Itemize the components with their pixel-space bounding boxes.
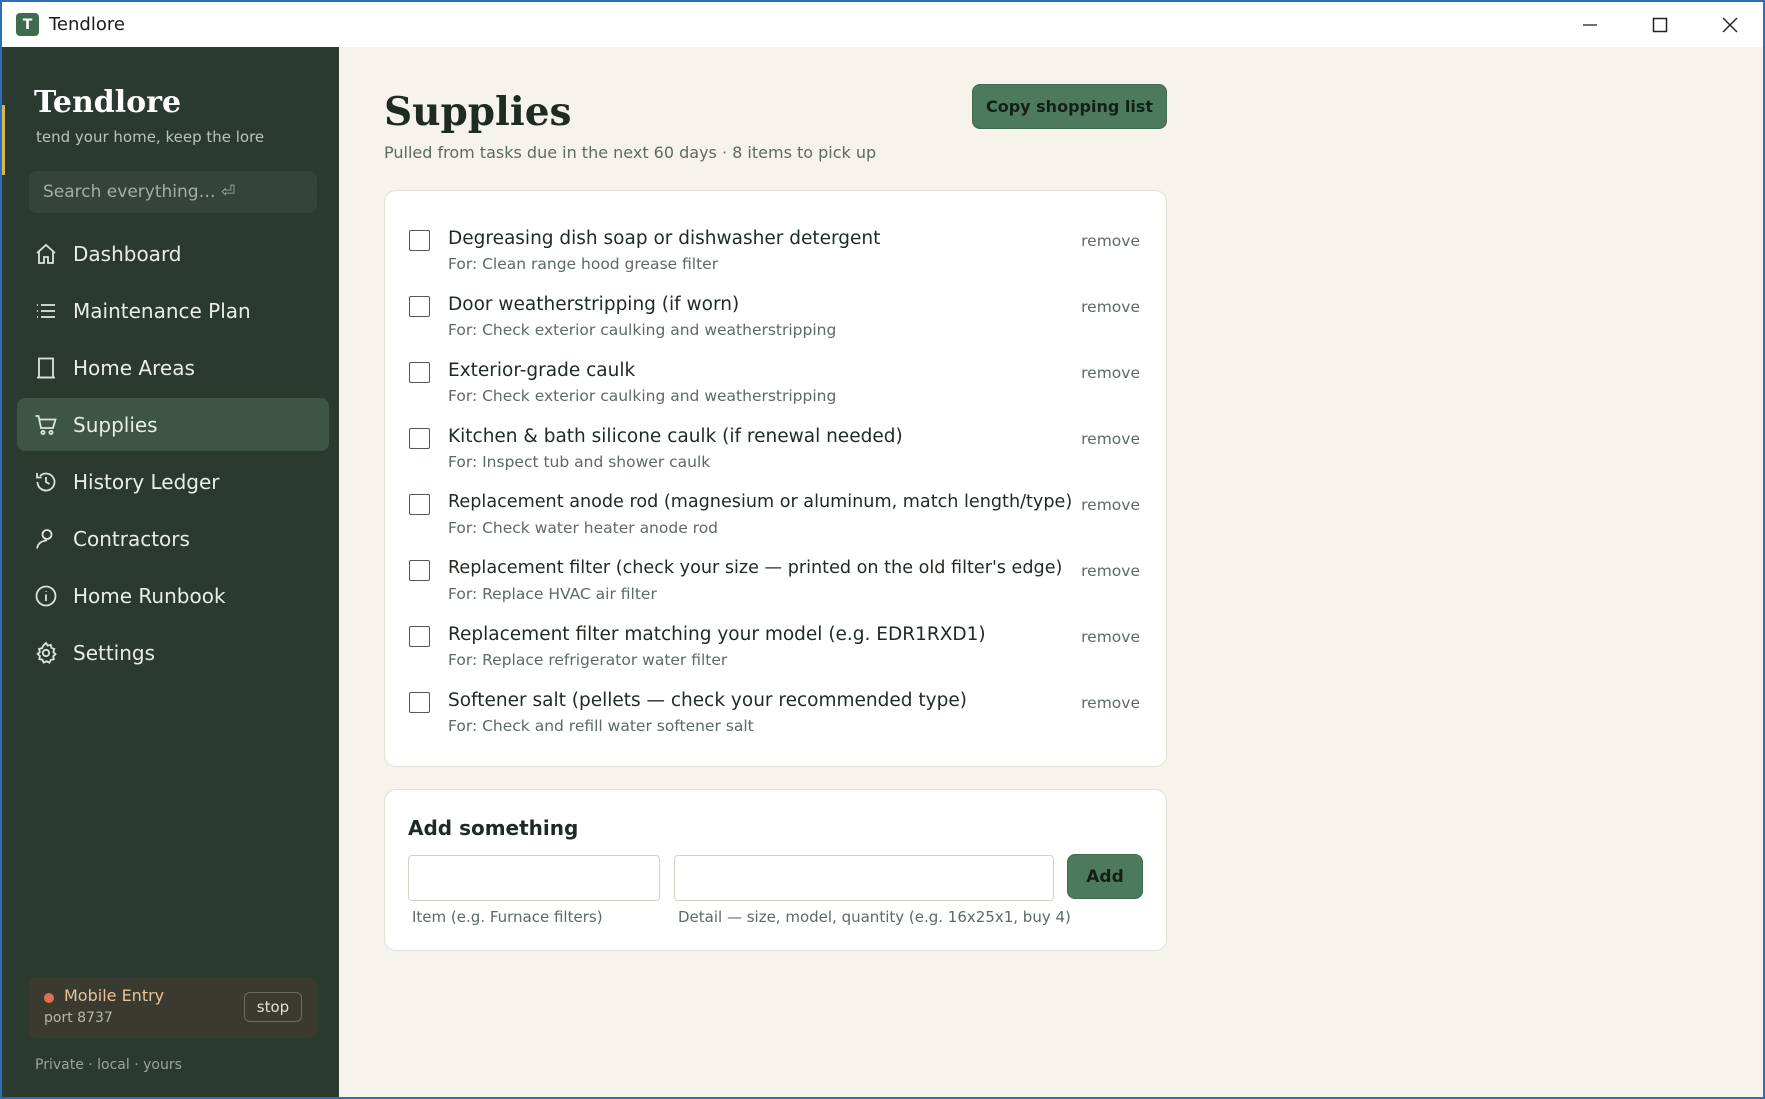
sidebar-item-label: History Ledger <box>73 469 220 494</box>
main-content: Supplies Pulled from tasks due in the ne… <box>339 47 1763 1097</box>
window-title: Tendlore <box>49 14 125 35</box>
item-checkbox[interactable] <box>409 692 430 713</box>
sidebar-item-supplies[interactable]: Supplies <box>17 398 329 451</box>
remove-button[interactable]: remove <box>1081 232 1140 250</box>
copy-shopping-list-button[interactable]: Copy shopping list <box>972 84 1167 129</box>
list-item: Replacement filter (check your size — pr… <box>385 556 1166 622</box>
mobile-entry-title: Mobile Entry <box>64 986 165 1005</box>
item-for-task: For: Replace refrigerator water filter <box>448 651 728 669</box>
sidebar-item-settings[interactable]: Settings <box>17 626 329 679</box>
item-for-task: For: Inspect tub and shower caulk <box>448 453 711 471</box>
item-name: Softener salt (pellets — check your reco… <box>448 690 967 711</box>
sidebar-item-dashboard[interactable]: Dashboard <box>17 227 329 280</box>
info-icon <box>33 583 59 609</box>
sidebar-item-label: Maintenance Plan <box>73 298 251 323</box>
add-supply-form: Add something Item (e.g. Furnace filters… <box>384 789 1167 951</box>
page-subtitle: Pulled from tasks due in the next 60 day… <box>384 143 877 162</box>
remove-button[interactable]: remove <box>1081 562 1140 580</box>
mobile-entry-panel: Mobile Entry port 8737 stop <box>29 977 317 1038</box>
minimize-icon <box>1583 23 1597 26</box>
item-for-task: For: Check exterior caulking and weather… <box>448 387 837 405</box>
search-input[interactable] <box>29 171 317 213</box>
title-bar: T Tendlore <box>2 2 1763 47</box>
item-name: Replacement filter (check your size — pr… <box>448 558 1063 578</box>
remove-button[interactable]: remove <box>1081 430 1140 448</box>
remove-button[interactable]: remove <box>1081 628 1140 646</box>
item-checkbox[interactable] <box>409 494 430 515</box>
list-item: Replacement filter matching your model (… <box>385 622 1166 688</box>
list-item: Door weatherstripping (if worn) For: Che… <box>385 292 1166 358</box>
item-detail-input[interactable] <box>674 855 1054 901</box>
sidebar-item-label: Home Runbook <box>73 583 226 608</box>
item-name: Degreasing dish soap or dishwasher deter… <box>448 228 881 249</box>
item-name: Replacement filter matching your model (… <box>448 624 986 645</box>
cart-icon <box>33 412 59 438</box>
list-icon <box>33 298 59 324</box>
brand-tagline: tend your home, keep the lore <box>36 128 265 146</box>
item-name: Kitchen & bath silicone caulk (if renewa… <box>448 426 903 447</box>
item-for-task: For: Replace HVAC air filter <box>448 585 657 603</box>
gear-icon <box>33 640 59 666</box>
item-for-task: For: Check and refill water softener sal… <box>448 717 754 735</box>
item-name: Door weatherstripping (if worn) <box>448 294 740 315</box>
item-name: Exterior-grade caulk <box>448 360 636 381</box>
sidebar-item-maintenance-plan[interactable]: Maintenance Plan <box>17 284 329 337</box>
status-indicator-icon <box>44 993 54 1003</box>
list-item: Kitchen & bath silicone caulk (if renewa… <box>385 424 1166 490</box>
brand-name: Tendlore <box>34 85 182 120</box>
item-checkbox[interactable] <box>409 362 430 383</box>
sidebar-nav: Dashboard Maintenance Plan Home Areas Su… <box>17 227 329 683</box>
item-checkbox[interactable] <box>409 560 430 581</box>
detail-input-hint: Detail — size, model, quantity (e.g. 16x… <box>678 908 1071 926</box>
sidebar: Tendlore tend your home, keep the lore D… <box>2 47 339 1097</box>
footer-note: Private · local · yours <box>35 1057 182 1073</box>
sidebar-item-home-runbook[interactable]: Home Runbook <box>17 569 329 622</box>
list-item: Replacement anode rod (magnesium or alum… <box>385 490 1166 556</box>
door-icon <box>33 355 59 381</box>
add-button[interactable]: Add <box>1067 854 1143 899</box>
page-title: Supplies <box>384 89 572 135</box>
item-checkbox[interactable] <box>409 428 430 449</box>
remove-button[interactable]: remove <box>1081 298 1140 316</box>
item-for-task: For: Clean range hood grease filter <box>448 255 719 273</box>
maximize-button[interactable] <box>1625 2 1695 47</box>
home-icon <box>33 241 59 267</box>
close-button[interactable] <box>1695 2 1763 47</box>
minimize-button[interactable] <box>1555 2 1625 47</box>
person-icon <box>33 526 59 552</box>
item-checkbox[interactable] <box>409 626 430 647</box>
app-window: T Tendlore Tendlore tend your home, keep… <box>0 0 1765 1099</box>
item-for-task: For: Check water heater anode rod <box>448 519 719 537</box>
item-input-hint: Item (e.g. Furnace filters) <box>412 908 603 926</box>
item-checkbox[interactable] <box>409 296 430 317</box>
maximize-icon <box>1652 17 1668 32</box>
remove-button[interactable]: remove <box>1081 694 1140 712</box>
list-item: Exterior-grade caulk For: Check exterior… <box>385 358 1166 424</box>
sidebar-item-label: Dashboard <box>73 241 182 266</box>
item-name-input[interactable] <box>408 855 660 901</box>
remove-button[interactable]: remove <box>1081 496 1140 514</box>
sidebar-item-label: Home Areas <box>73 355 195 380</box>
item-checkbox[interactable] <box>409 230 430 251</box>
sidebar-item-history-ledger[interactable]: History Ledger <box>17 455 329 508</box>
add-form-title: Add something <box>408 816 579 840</box>
list-item: Softener salt (pellets — check your reco… <box>385 688 1166 754</box>
sidebar-item-contractors[interactable]: Contractors <box>17 512 329 565</box>
supplies-list: Degreasing dish soap or dishwasher deter… <box>384 190 1167 767</box>
sidebar-item-label: Supplies <box>73 412 158 437</box>
list-item: Degreasing dish soap or dishwasher deter… <box>385 226 1166 292</box>
remove-button[interactable]: remove <box>1081 364 1140 382</box>
sidebar-item-home-areas[interactable]: Home Areas <box>17 341 329 394</box>
sidebar-item-label: Settings <box>73 640 156 665</box>
history-icon <box>33 469 59 495</box>
app-logo-icon: T <box>16 13 39 36</box>
sidebar-item-label: Contractors <box>73 526 190 551</box>
item-for-task: For: Check exterior caulking and weather… <box>448 321 837 339</box>
mobile-entry-port: port 8737 <box>44 1010 113 1026</box>
close-icon <box>1722 17 1738 32</box>
stop-button[interactable]: stop <box>244 992 302 1022</box>
window-edge-accent <box>2 105 5 175</box>
item-name: Replacement anode rod (magnesium or alum… <box>448 492 1073 512</box>
